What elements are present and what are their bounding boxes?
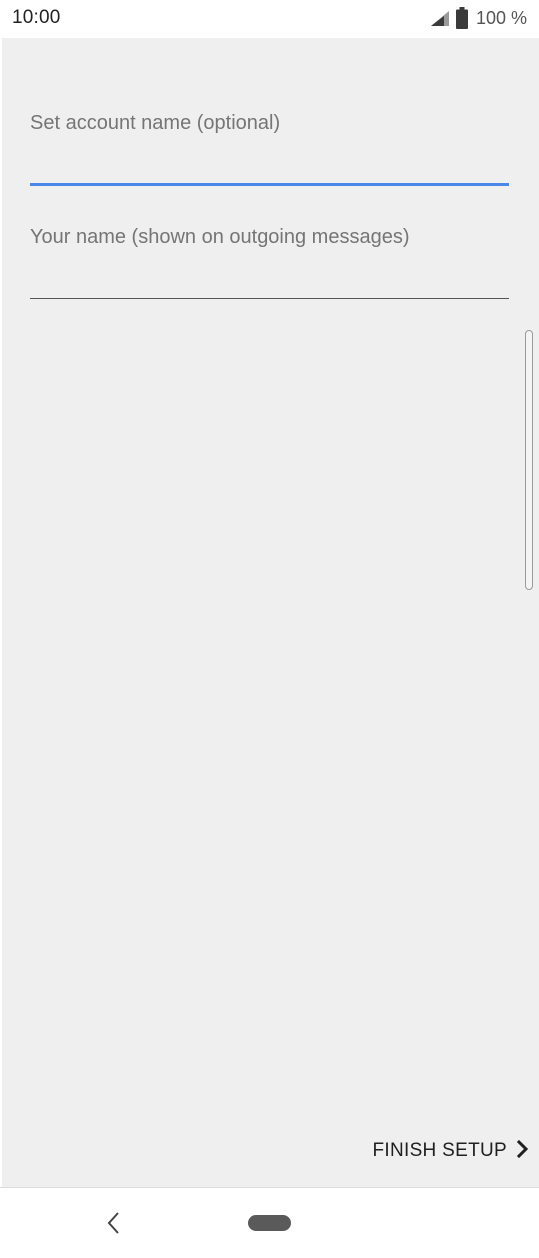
your-name-underline: [30, 298, 509, 299]
finish-setup-label: FINISH SETUP: [372, 1140, 507, 1161]
home-pill-icon[interactable]: [248, 1215, 291, 1231]
scrollbar[interactable]: [525, 330, 533, 590]
navigation-bar: [0, 1187, 539, 1258]
chevron-right-icon: [516, 1139, 529, 1163]
back-icon[interactable]: [102, 1208, 126, 1238]
account-name-field[interactable]: Set account name (optional): [30, 112, 509, 190]
status-bar: 10:00 100 %: [0, 0, 539, 38]
account-name-label: Set account name (optional): [30, 112, 281, 134]
finish-setup-button[interactable]: FINISH SETUP: [372, 1134, 529, 1168]
status-indicators: 100 %: [430, 6, 527, 30]
your-name-label: Your name (shown on outgoing messages): [30, 226, 410, 248]
account-setup-content: Set account name (optional) Your name (s…: [2, 38, 539, 1187]
signal-icon: [430, 10, 450, 26]
your-name-field[interactable]: Your name (shown on outgoing messages): [30, 226, 509, 304]
battery-icon: [455, 7, 468, 29]
account-name-underline-focused: [30, 183, 509, 186]
status-time: 10:00: [12, 7, 61, 28]
battery-percentage: 100 %: [475, 7, 527, 28]
